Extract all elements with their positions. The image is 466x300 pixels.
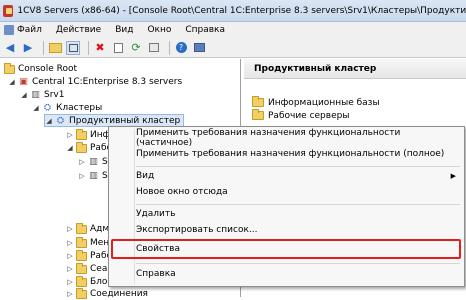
menu-item-delete[interactable]: Удалить <box>136 206 456 222</box>
expand-icon[interactable]: ▷ <box>78 158 86 166</box>
collapse-icon[interactable]: ◢ <box>32 104 40 112</box>
tree-node-sessions[interactable]: ▷ Сеан <box>66 262 113 275</box>
tree-node-work-servers[interactable]: ◢ Рабо <box>66 141 112 154</box>
collapse-icon[interactable]: ◢ <box>8 78 16 86</box>
properties-icon[interactable] <box>111 41 125 55</box>
delete-icon[interactable]: ✖ <box>93 41 107 55</box>
console-tree-icon[interactable] <box>66 40 80 55</box>
menu-divider <box>136 204 460 205</box>
back-arrow-icon[interactable]: ◀ <box>3 41 17 55</box>
collapse-icon[interactable]: ◢ <box>20 91 28 99</box>
menu-item-export-list[interactable]: Экспортировать список... <box>136 222 456 238</box>
server-icon: ▥ <box>89 171 98 181</box>
folder-icon <box>252 96 264 107</box>
mmc-icon[interactable] <box>192 41 206 55</box>
tree-node-clusters[interactable]: ◢ ⛭ Кластеры <box>32 102 102 114</box>
menu-divider <box>136 263 460 264</box>
folder-icon <box>76 287 87 300</box>
menu-item-view[interactable]: Вид ▶ <box>136 168 456 184</box>
folder-icon <box>76 275 87 288</box>
cluster-icon: ⛭ <box>56 115 65 126</box>
server-icon: ▥ <box>89 157 98 167</box>
toolbar-divider <box>88 40 89 55</box>
expand-icon[interactable]: ▷ <box>66 131 74 139</box>
menu-item-new-window[interactable]: Новое окно отсюда <box>136 184 456 200</box>
folder-up-icon[interactable] <box>48 41 62 55</box>
tree-node-server-1[interactable]: ▷ ▥ S <box>78 156 107 168</box>
app-icon <box>3 4 14 17</box>
expand-icon[interactable]: ▷ <box>78 172 86 180</box>
title-bar: 1CV8 Servers (x86-64) - [Console Root\Ce… <box>0 0 466 22</box>
folder-icon <box>76 249 87 262</box>
tree-node-work-processes[interactable]: ▷ Рабо <box>66 249 112 262</box>
menu-item-apply-full[interactable]: Применить требования назначения функцион… <box>136 146 456 162</box>
expand-icon[interactable]: ▷ <box>66 252 74 260</box>
result-pane-header: Продуктивный кластер <box>244 59 466 79</box>
toolbar: ◀ ▶ ✖ ⟳ ? <box>0 38 466 58</box>
tree-node-connections[interactable]: ▷ Соединения <box>66 287 148 300</box>
expand-icon[interactable]: ▷ <box>66 225 74 233</box>
folder-icon <box>76 262 87 275</box>
menu-item-apply-partial[interactable]: Применить требования назначения функцион… <box>136 128 456 148</box>
clusters-icon: ⛭ <box>43 103 52 113</box>
collapse-icon[interactable]: ◢ <box>66 144 74 152</box>
submenu-arrow-icon: ▶ <box>450 172 456 180</box>
context-menu: Применить требования назначения функцион… <box>108 126 465 287</box>
list-item[interactable]: Информационные базы <box>252 96 380 109</box>
folder-icon <box>76 128 87 141</box>
menu-help[interactable]: Справка <box>185 25 225 35</box>
menu-divider <box>136 166 460 167</box>
help-icon[interactable]: ? <box>174 41 188 55</box>
folder-icon <box>252 109 264 120</box>
mmc-icon <box>4 25 14 35</box>
menu-file[interactable]: Файл <box>4 25 42 35</box>
menu-bar: Файл Действие Вид Окно Справка <box>0 22 466 38</box>
menu-window[interactable]: Окно <box>147 25 171 35</box>
expand-icon[interactable]: ▷ <box>66 239 74 247</box>
folder-icon <box>76 222 87 235</box>
menu-action[interactable]: Действие <box>56 25 101 35</box>
collapse-icon[interactable]: ◢ <box>45 117 53 125</box>
toolbar-divider <box>169 40 170 55</box>
toolbar-divider <box>43 40 44 55</box>
tree-node-srv1[interactable]: ◢ ▥ Srv1 <box>20 89 64 101</box>
list-item[interactable]: Рабочие серверы <box>252 109 380 122</box>
properties-highlight <box>111 239 461 259</box>
folder-icon <box>76 141 87 154</box>
result-list: Информационные базы Рабочие серверы <box>252 96 380 122</box>
menu-view[interactable]: Вид <box>115 25 133 35</box>
server-icon: ▥ <box>31 90 40 100</box>
folder-icon <box>4 62 15 75</box>
tree-node-server-2[interactable]: ▷ ▥ S <box>78 170 107 182</box>
menu-gutter <box>134 129 135 284</box>
window-title: 1CV8 Servers (x86-64) - [Console Root\Ce… <box>17 5 466 16</box>
forward-arrow-icon[interactable]: ▶ <box>21 41 35 55</box>
export-icon[interactable] <box>147 41 161 55</box>
folder-icon <box>76 236 87 249</box>
expand-icon[interactable]: ▷ <box>66 278 74 286</box>
servers-icon: ▣ <box>19 77 28 87</box>
refresh-icon[interactable]: ⟳ <box>129 41 143 55</box>
tree-node-central-servers[interactable]: ◢ ▣ Central 1C:Enterprise 8.3 servers <box>8 76 182 88</box>
expand-icon[interactable]: ▷ <box>66 265 74 273</box>
tree-node-console-root[interactable]: Console Root <box>4 62 77 75</box>
tree-node-admins[interactable]: ▷ Адм <box>66 222 109 235</box>
menu-item-help[interactable]: Справка <box>136 266 456 282</box>
